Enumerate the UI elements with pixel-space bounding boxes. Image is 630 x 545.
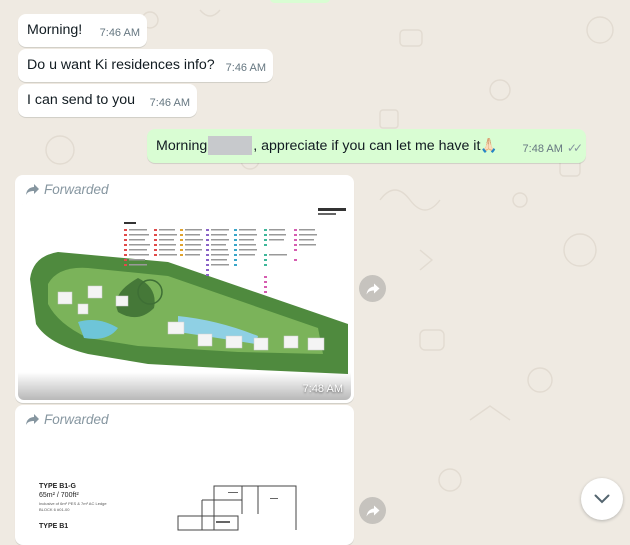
message-outgoing[interactable]: Morning , appreciate if you can let me ha…	[147, 129, 586, 163]
forwarded-label: Forwarded	[25, 182, 109, 197]
chevron-down-icon	[594, 494, 610, 504]
image-time-shade	[18, 372, 351, 400]
message-time: 7:46 AM	[225, 62, 266, 74]
forwarded-image-message[interactable]: Forwarded 7:48 AM	[15, 175, 354, 403]
site-plan-image[interactable]: 7:48 AM	[18, 204, 351, 400]
forwarded-text: Forwarded	[44, 182, 109, 197]
forward-arrow-icon	[26, 414, 39, 425]
message-text-end: , appreciate if you can let me have it	[253, 138, 481, 154]
message-time: 7:46 AM	[149, 97, 190, 109]
redacted-name	[208, 135, 253, 155]
forward-icon	[366, 505, 379, 516]
message-incoming[interactable]: Morning! 7:46 AM	[18, 14, 147, 47]
forward-button[interactable]	[359, 497, 386, 524]
forwarded-text: Forwarded	[44, 412, 109, 427]
message-text: Morning , appreciate if you can let me ha…	[156, 135, 498, 156]
forward-arrow-icon	[26, 184, 39, 195]
message-text-start: Morning	[156, 138, 208, 154]
forward-icon	[366, 283, 379, 294]
message-text: I can send to you	[27, 92, 136, 108]
previous-message-edge	[270, 0, 330, 3]
message-time-text: 7:48 AM	[522, 143, 563, 155]
forwarded-label: Forwarded	[25, 412, 109, 427]
message-text: Do u want Ki residences info?	[27, 57, 215, 73]
scroll-to-bottom-button[interactable]	[581, 478, 623, 520]
read-receipt-icon: ✓✓	[566, 141, 583, 155]
message-time: 7:48 AM ✓✓	[522, 139, 584, 159]
floor-plan-drawing	[177, 485, 297, 531]
forward-button[interactable]	[359, 275, 386, 302]
praying-hands-emoji: 🙏🏻	[480, 137, 498, 153]
forwarded-image-message[interactable]: Forwarded TYPE B1-G 65m² / 700ft² Inclus…	[15, 405, 354, 545]
message-incoming[interactable]: I can send to you 7:46 AM	[18, 84, 197, 117]
message-text: Morning!	[27, 22, 83, 38]
floor-plan-image[interactable]: TYPE B1-G 65m² / 700ft² Inclusive of 6m²…	[18, 434, 351, 542]
site-plan-drawing	[18, 204, 351, 400]
message-incoming[interactable]: Do u want Ki residences info? 7:46 AM	[18, 49, 273, 82]
message-time: 7:46 AM	[99, 27, 140, 39]
image-time: 7:48 AM	[302, 383, 343, 395]
